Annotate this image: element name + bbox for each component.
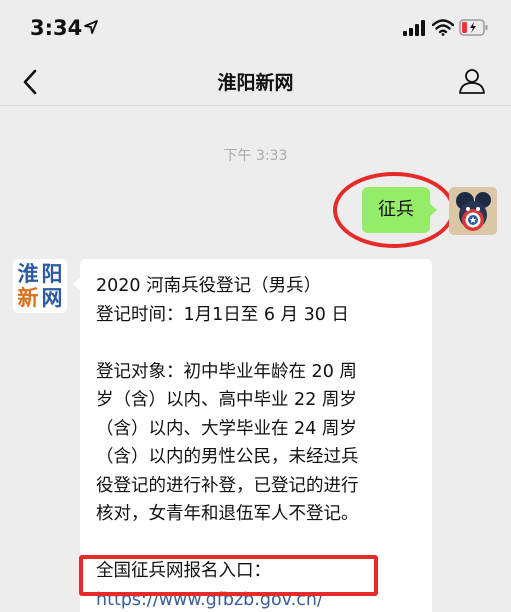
logo-char-2: 阳: [41, 262, 63, 286]
nav-bar: 淮阳新网: [0, 56, 511, 106]
message-timestamp: 下午 3:33: [223, 148, 288, 164]
message-line: 登记对象：初中毕业年龄在 20 周: [96, 361, 357, 382]
wifi-icon: [432, 19, 454, 36]
logo-char-3: 新: [17, 286, 39, 310]
status-bar: 3:34: [0, 0, 511, 56]
signal-icon: [403, 20, 425, 36]
avatar-image-icon: [449, 187, 497, 235]
status-time: 3:34: [30, 16, 83, 40]
message-line: 岁（含）以内、高中毕业 22 周岁: [96, 390, 357, 410]
page-title: 淮阳新网: [217, 72, 294, 94]
highlight-rectangle: [79, 555, 378, 596]
logo-char-4: 网: [41, 286, 63, 310]
message-line: （含）以内的男性公民，未经过兵: [96, 447, 359, 467]
sender-logo: 淮 阳 新 网: [16, 262, 64, 310]
logo-char-1: 淮: [17, 262, 39, 286]
message-line: 役登记的进行补登，已登记的进行: [96, 475, 359, 496]
battery-low-icon: [459, 19, 488, 36]
sender-avatar[interactable]: 淮 阳 新 网: [13, 259, 67, 313]
message-line: 2020 河南兵役登记（男兵）: [96, 276, 322, 296]
highlight-ellipse: [333, 172, 455, 248]
user-avatar[interactable]: [449, 187, 497, 235]
message-line: （含）以内、大学毕业在 24 周岁: [96, 418, 357, 439]
location-arrow-icon: [84, 20, 98, 34]
message-line: 核对，女青年和退伍军人不登记。: [96, 504, 359, 524]
message-line: 登记时间：1月1日至 6 月 30 日: [96, 304, 349, 325]
person-icon[interactable]: [458, 67, 486, 95]
